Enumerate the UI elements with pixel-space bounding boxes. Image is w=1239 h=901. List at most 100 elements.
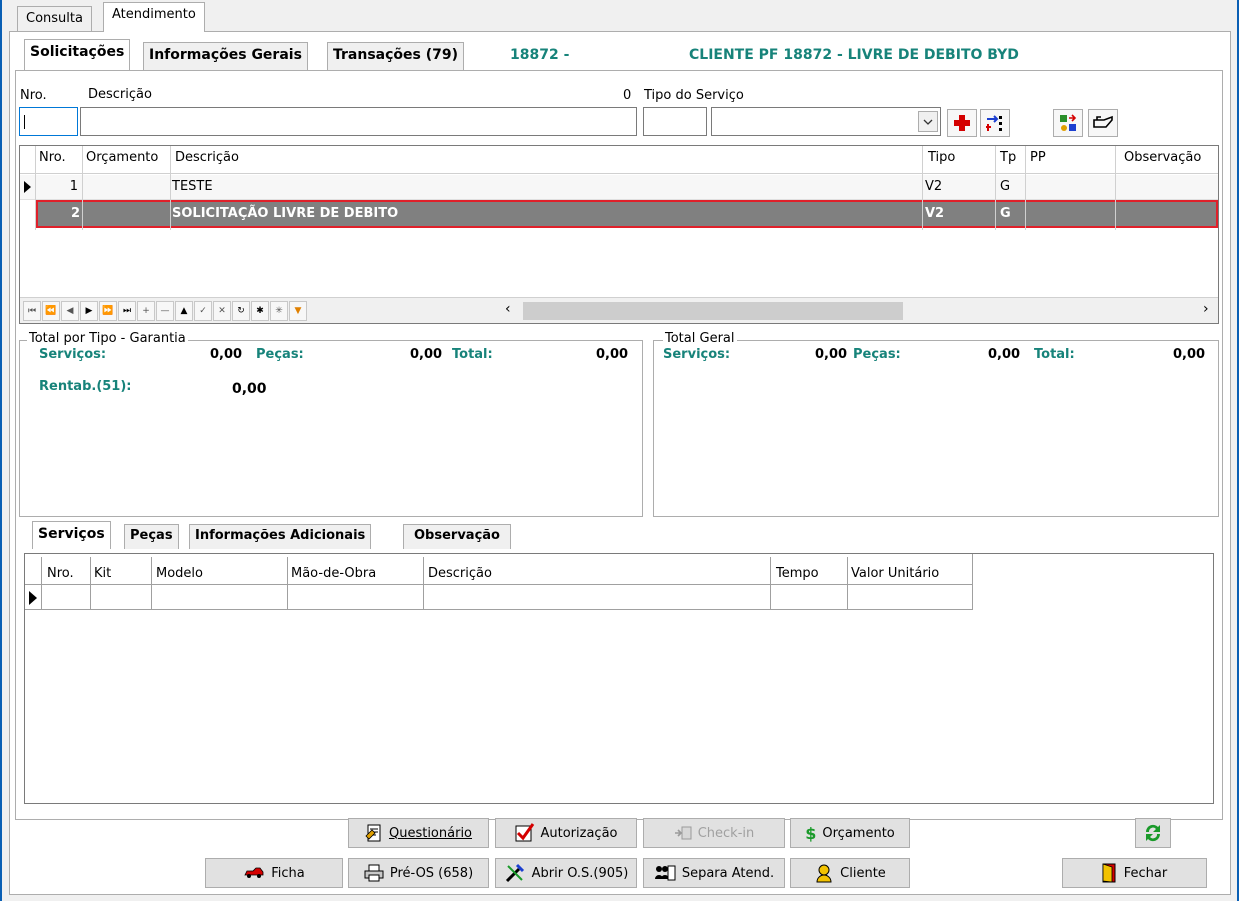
geral-servicos-label: Serviços: — [663, 347, 731, 362]
col-orcamento[interactable]: Orçamento — [83, 146, 161, 172]
col-descricao[interactable]: Descrição — [425, 562, 495, 588]
tab-informacoes-adicionais[interactable]: Informações Adicionais — [189, 524, 372, 549]
next-record-icon[interactable]: ▶ — [80, 301, 98, 321]
garantia-pecas-value: 0,00 — [410, 347, 443, 362]
oil-can-icon[interactable] — [1088, 109, 1118, 137]
questionario-label: Questionário — [388, 825, 473, 841]
col-nro[interactable]: Nro. — [44, 562, 77, 588]
horizontal-scrollbar-thumb[interactable] — [523, 302, 903, 320]
col-nro[interactable]: Nro. — [36, 146, 69, 172]
cliente-label: Cliente — [840, 865, 886, 881]
tab-consulta[interactable]: Consulta — [17, 6, 92, 32]
cell-tipo: V2 — [925, 179, 943, 194]
grid-divider — [995, 146, 996, 230]
questionnaire-icon — [365, 824, 381, 842]
bookmark-icon[interactable]: ✱ — [251, 301, 269, 321]
tipo-servico-select[interactable] — [711, 107, 941, 136]
col-tempo[interactable]: Tempo — [773, 562, 822, 588]
people-document-icon — [654, 865, 676, 881]
grid-divider — [770, 557, 771, 610]
grid-divider — [82, 146, 83, 230]
descricao-input[interactable] — [80, 107, 637, 136]
garantia-pecas-label: Peças: — [256, 347, 304, 362]
scroll-right-icon[interactable]: › — [1203, 301, 1209, 317]
col-observacao[interactable]: Observação — [1121, 146, 1204, 172]
first-record-icon[interactable]: ⏮ — [23, 301, 41, 321]
insert-record-icon[interactable]: + — [137, 301, 155, 321]
servicos-grid[interactable]: Nro. Kit Modelo Mão-de-Obra Descrição Te… — [24, 553, 1214, 804]
separa-atend-button[interactable]: Separa Atend. — [643, 858, 785, 888]
grid-divider — [423, 557, 424, 610]
orcamento-label: Orçamento — [822, 825, 895, 841]
current-row-indicator-icon — [29, 591, 37, 605]
grid-divider — [922, 146, 923, 230]
cell-nro: 1 — [69, 179, 78, 194]
refresh-button[interactable] — [1135, 818, 1171, 848]
checkin-icon — [674, 826, 692, 840]
tab-servicos[interactable]: Serviços — [32, 521, 111, 549]
garantia-servicos-label: Serviços: — [39, 347, 107, 362]
count-value: 0 — [623, 88, 632, 103]
table-row-selected[interactable]: 2 SOLICITAÇÃO LIVRE DE DEBITO V2 G — [36, 200, 1218, 228]
total-garantia-title: Total por Tipo - Garantia — [27, 331, 188, 346]
nro-label: Nro. — [20, 88, 47, 103]
geral-pecas-value: 0,00 — [988, 347, 1021, 362]
col-mao-de-obra[interactable]: Mão-de-Obra — [288, 562, 379, 588]
last-record-icon[interactable]: ⏭ — [118, 301, 136, 321]
col-descricao[interactable]: Descrição — [172, 146, 242, 172]
orcamento-button[interactable]: $ Orçamento — [790, 818, 910, 848]
fechar-button[interactable]: Fechar — [1062, 858, 1207, 888]
table-row[interactable]: 1 TESTE V2 G — [20, 175, 1218, 200]
post-record-icon[interactable]: ✓ — [194, 301, 212, 321]
col-tipo[interactable]: Tipo — [925, 146, 958, 172]
user-swap-icon[interactable] — [1053, 109, 1083, 137]
next-page-icon[interactable]: ⏩ — [99, 301, 117, 321]
grid-divider — [1115, 146, 1116, 230]
tools-icon — [505, 863, 524, 883]
descricao-label: Descrição — [88, 87, 152, 102]
delete-record-icon[interactable]: — — [156, 301, 174, 321]
tipo-servico-code-input[interactable] — [643, 107, 707, 136]
cliente-button[interactable]: Cliente — [790, 858, 910, 888]
solicitacoes-grid[interactable]: Nro. Orçamento Descrição Tipo Tp PP Obse… — [19, 145, 1219, 324]
ficha-button[interactable]: Ficha — [205, 858, 343, 888]
col-valor-unitario[interactable]: Valor Unitário — [848, 562, 942, 588]
insert-rows-icon[interactable] — [980, 109, 1010, 137]
window-border-left — [0, 0, 2, 901]
text-caret — [24, 115, 25, 129]
autorizacao-button[interactable]: Autorização — [495, 818, 637, 848]
abrir-os-label: Abrir O.S.(905) — [531, 865, 629, 881]
edit-record-icon[interactable]: ▲ — [175, 301, 193, 321]
tab-informacoes-gerais[interactable]: Informações Gerais — [143, 42, 308, 70]
prev-page-icon[interactable]: ⏪ — [42, 301, 60, 321]
refresh-record-icon[interactable]: ↻ — [232, 301, 250, 321]
preos-button[interactable]: Pré-OS (658) — [348, 858, 489, 888]
scroll-left-icon[interactable]: ‹ — [505, 301, 511, 317]
grid-navigator: ⏮ ⏪ ◀ ▶ ⏩ ⏭ + — ▲ ✓ ✕ ↻ ✱ ✳ ▼ ‹ › — [20, 297, 1218, 323]
tab-atendimento[interactable]: Atendimento — [103, 2, 205, 32]
tab-observacao[interactable]: Observação — [403, 524, 511, 549]
col-tp[interactable]: Tp — [997, 146, 1019, 172]
grid-divider — [1025, 146, 1026, 230]
goto-bookmark-icon[interactable]: ✳ — [270, 301, 288, 321]
cancel-record-icon[interactable]: ✕ — [213, 301, 231, 321]
col-modelo[interactable]: Modelo — [153, 562, 206, 588]
geral-pecas-label: Peças: — [853, 347, 901, 362]
prev-record-icon[interactable]: ◀ — [61, 301, 79, 321]
chevron-down-icon[interactable] — [918, 111, 938, 132]
tab-pecas[interactable]: Peças — [124, 524, 179, 549]
checkin-button[interactable]: Check-in — [643, 818, 785, 848]
client-icon — [816, 864, 832, 883]
filter-icon[interactable]: ▼ — [289, 301, 307, 321]
cell-tp: G — [1000, 179, 1011, 194]
add-icon[interactable] — [947, 109, 977, 137]
checkbox-checked-icon — [515, 823, 534, 842]
abrir-os-button[interactable]: Abrir O.S.(905) — [495, 858, 637, 888]
col-pp[interactable]: PP — [1027, 146, 1049, 172]
printer-icon — [364, 864, 384, 882]
tab-solicitacoes[interactable]: Solicitações — [24, 39, 131, 70]
tab-transacoes[interactable]: Transações (79) — [327, 42, 465, 70]
col-kit[interactable]: Kit — [91, 562, 114, 588]
questionario-button[interactable]: Questionário — [348, 818, 489, 848]
nro-input[interactable] — [19, 107, 78, 136]
